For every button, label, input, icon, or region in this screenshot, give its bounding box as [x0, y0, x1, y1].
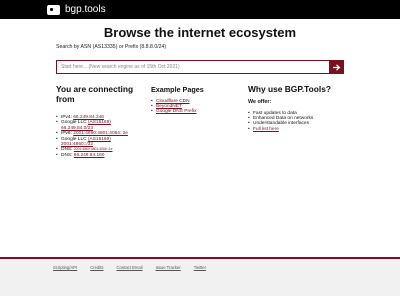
- brand-link[interactable]: bgp.tools: [47, 3, 106, 16]
- list-item: Google DNS Prefix: [151, 109, 241, 114]
- brand-name: bgp.tools: [65, 4, 106, 15]
- search-button[interactable]: [329, 60, 344, 74]
- example-link-google-dns[interactable]: Google DNS Prefix: [156, 109, 197, 114]
- why-title: Why use BGP.Tools?: [248, 84, 331, 94]
- features-list: Fast updates to data Enhanced Data on ne…: [248, 111, 348, 133]
- connecting-section: You are connecting from IPv4: 66.249.84.…: [56, 84, 150, 158]
- page-title: Browse the internet ecosystem: [103, 25, 297, 40]
- asn-link[interactable]: (AS15169): [88, 120, 111, 125]
- dns-link[interactable]: 66.249.84.160: [74, 153, 105, 158]
- router-logo-icon: [47, 4, 60, 15]
- search-input[interactable]: [56, 60, 329, 74]
- ipv6-link[interactable]: 2001:4860:4801:4064::2e: [73, 131, 128, 136]
- footer-link-credits[interactable]: Credits: [90, 265, 103, 270]
- why-section: Why use BGP.Tools? We offer: Fast update…: [248, 84, 348, 133]
- dns-link[interactable]: 2001:4860:4801:4066::1e: [74, 147, 113, 151]
- connecting-title: You are connecting from: [56, 84, 134, 104]
- footer: Scripting/API Credits Contact Email Issu…: [0, 259, 400, 296]
- footer-link-api[interactable]: Scripting/API: [53, 265, 77, 270]
- footer-link-twitter[interactable]: Twitter: [194, 265, 206, 270]
- search-hint: Search by ASN (AS13335) or Prefix (8.8.8…: [56, 44, 167, 50]
- list-item: DNS: 66.249.84.160: [56, 153, 150, 158]
- footer-link-contact[interactable]: Contact Email: [116, 265, 142, 270]
- example-pages-title: Example Pages: [151, 85, 204, 94]
- connection-info-list: IPv4: 66.249.84.246 Google LLC (AS15169)…: [56, 115, 150, 158]
- example-link-cloudflare[interactable]: Cloudflare CDN: [156, 99, 190, 104]
- list-item: Full list here: [248, 127, 348, 132]
- search-form: [56, 60, 344, 74]
- full-list-link[interactable]: Full list here: [253, 127, 279, 132]
- arrow-right-icon: [332, 63, 340, 71]
- asn-link[interactable]: (AS15169): [88, 137, 111, 142]
- top-bar: bgp.tools: [0, 0, 400, 19]
- footer-links: Scripting/API Credits Contact Email Issu…: [53, 265, 206, 270]
- example-pages-list: Cloudflare CDN BeyondNET Google DNS Pref…: [151, 99, 241, 115]
- example-pages-section: Example Pages Cloudflare CDN BeyondNET G…: [151, 85, 241, 115]
- offer-title: We offer:: [248, 98, 272, 105]
- footer-link-issues[interactable]: Issue Tracker: [156, 265, 181, 270]
